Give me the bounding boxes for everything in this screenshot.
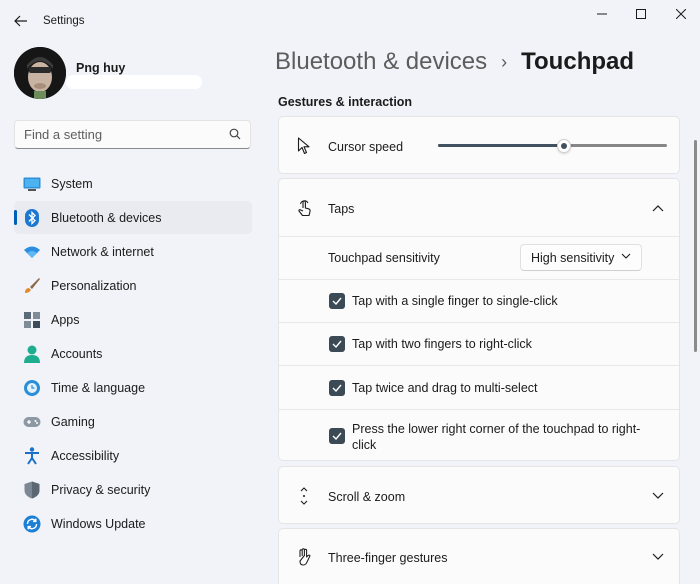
bluetooth-icon	[23, 209, 41, 227]
update-icon	[23, 515, 41, 533]
sidebar-item-apps[interactable]: Apps	[14, 303, 252, 336]
sidebar-item-label: Apps	[51, 312, 80, 327]
account-icon	[23, 345, 41, 363]
taps-card: Taps Touchpad sensitivity High sensitivi…	[278, 178, 680, 461]
sidebar-item-label: Time & language	[51, 380, 146, 395]
cursor-speed-slider[interactable]	[438, 139, 667, 153]
avatar	[14, 47, 66, 99]
sidebar-item-gaming[interactable]: Gaming	[14, 405, 252, 438]
cursor-speed-card: Cursor speed	[278, 116, 680, 174]
maximize-button[interactable]	[628, 4, 654, 24]
title-bar: Settings	[0, 0, 700, 40]
breadcrumb-parent[interactable]: Bluetooth & devices	[275, 48, 487, 76]
two-finger-tap-label: Tap with two fingers to right-click	[352, 337, 532, 351]
search-icon	[229, 128, 241, 140]
sensitivity-dropdown[interactable]: High sensitivity	[520, 244, 642, 271]
sidebar-item-windows-update[interactable]: Windows Update	[14, 507, 252, 540]
tap-hand-icon	[295, 199, 313, 217]
sidebar-item-system[interactable]: System	[14, 167, 252, 200]
hand-gesture-icon	[295, 548, 313, 566]
sidebar-item-label: Privacy & security	[51, 482, 151, 497]
minimize-button[interactable]	[589, 4, 615, 24]
checkmark-icon	[332, 340, 342, 348]
apps-icon	[23, 311, 41, 329]
sidebar-item-label: Windows Update	[51, 516, 146, 531]
tap-drag-checkbox[interactable]	[329, 380, 345, 396]
checkmark-icon	[332, 432, 342, 440]
page-title: Touchpad	[521, 48, 635, 75]
three-finger-label: Three-finger gestures	[328, 551, 448, 565]
sidebar-item-network-internet[interactable]: Network & internet	[14, 235, 252, 268]
minimize-icon	[597, 13, 607, 15]
scroll-arrows-icon	[295, 487, 313, 505]
chevron-down-icon	[650, 488, 666, 504]
slider-fill	[438, 144, 564, 147]
close-button[interactable]	[668, 4, 694, 24]
sensitivity-label: Touchpad sensitivity	[328, 251, 440, 265]
scroll-zoom-label: Scroll & zoom	[328, 490, 406, 504]
section-title: Gestures & interaction	[278, 95, 413, 109]
sidebar-item-privacy-security[interactable]: Privacy & security	[14, 473, 252, 506]
cursor-icon	[295, 137, 313, 155]
taps-label: Taps	[328, 202, 355, 216]
tap-option-row: Press the lower right corner of the touc…	[279, 409, 679, 461]
sensitivity-value: High sensitivity	[531, 251, 615, 265]
user-name: Png huy	[76, 61, 126, 75]
email-redacted	[66, 75, 202, 89]
breadcrumb-separator: ›	[501, 51, 508, 72]
tap-option-row: Tap with a single finger to single-click	[279, 279, 679, 322]
gamepad-icon	[23, 413, 41, 431]
shield-icon	[23, 481, 41, 499]
sidebar-item-label: System	[51, 176, 93, 191]
chevron-down-icon	[650, 549, 666, 565]
checkmark-icon	[332, 297, 342, 305]
scroll-zoom-card[interactable]: Scroll & zoom	[278, 466, 680, 524]
search-input[interactable]	[15, 121, 215, 148]
corner-press-checkbox[interactable]	[329, 428, 345, 444]
two-finger-tap-checkbox[interactable]	[329, 336, 345, 352]
brush-icon	[23, 277, 41, 295]
sidebar-item-label: Gaming	[51, 414, 95, 429]
back-button[interactable]	[10, 11, 32, 31]
sidebar-item-personalization[interactable]: Personalization	[14, 269, 252, 302]
chevron-down-icon	[621, 253, 631, 259]
sidebar-item-label: Accessibility	[51, 448, 120, 463]
scrollbar[interactable]	[694, 140, 697, 352]
sidebar-item-accessibility[interactable]: Accessibility	[14, 439, 252, 472]
single-tap-label: Tap with a single finger to single-click	[352, 294, 558, 308]
cursor-speed-label: Cursor speed	[328, 140, 404, 154]
sidebar-item-label: Accounts	[51, 346, 103, 361]
sidebar-item-label: Network & internet	[51, 244, 154, 259]
sidebar-item-bluetooth-devices[interactable]: Bluetooth & devices	[14, 201, 252, 234]
accessibility-icon	[23, 447, 41, 465]
tap-option-row: Tap with two fingers to right-click	[279, 322, 679, 365]
taps-header[interactable]: Taps	[279, 179, 679, 236]
system-icon	[23, 175, 41, 193]
sidebar-item-time-language[interactable]: Time & language	[14, 371, 252, 404]
search-box[interactable]	[14, 120, 251, 149]
sidebar-nav: System Bluetooth & devices Network & int…	[14, 167, 252, 541]
chevron-up-icon	[650, 200, 666, 216]
wifi-icon	[23, 243, 41, 261]
maximize-icon	[636, 9, 646, 19]
back-arrow-icon	[14, 15, 27, 27]
slider-thumb[interactable]	[556, 139, 571, 153]
app-title: Settings	[43, 15, 85, 27]
three-finger-card[interactable]: Three-finger gestures	[278, 528, 680, 584]
corner-press-label: Press the lower right corner of the touc…	[352, 422, 641, 452]
tap-option-row: Tap twice and drag to multi-select	[279, 365, 679, 409]
checkmark-icon	[332, 384, 342, 392]
single-tap-checkbox[interactable]	[329, 293, 345, 309]
sidebar-item-label: Personalization	[51, 278, 137, 293]
sensitivity-row: Touchpad sensitivity High sensitivity	[279, 236, 679, 279]
close-icon	[676, 9, 686, 19]
breadcrumb: Bluetooth & devices › Touchpad	[275, 48, 634, 76]
clock-globe-icon	[23, 379, 41, 397]
avatar-image	[14, 47, 66, 99]
sidebar-item-label: Bluetooth & devices	[51, 210, 162, 225]
tap-drag-label: Tap twice and drag to multi-select	[352, 381, 538, 395]
sidebar-item-accounts[interactable]: Accounts	[14, 337, 252, 370]
